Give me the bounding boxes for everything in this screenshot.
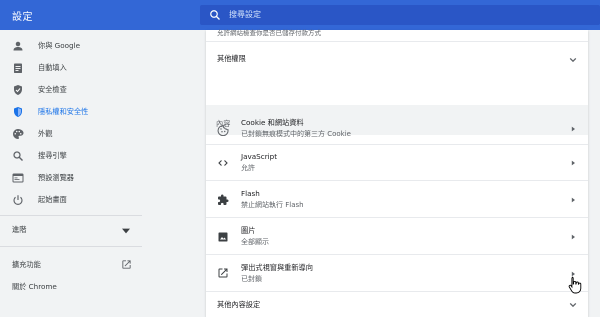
sidebar-item-appearance[interactable]: 外觀 — [0, 124, 142, 146]
sidebar-item-on-startup[interactable]: 起始畫面 — [0, 190, 142, 212]
sidebar-item-about-chrome[interactable]: 關於 Chrome — [0, 276, 142, 298]
sidebar-item-privacy-security[interactable]: 隱私權和安全性 — [0, 102, 142, 124]
javascript-title: JavaScript — [241, 152, 278, 161]
code-icon — [218, 160, 228, 166]
power-icon — [13, 195, 23, 205]
shield-check-icon — [14, 85, 22, 95]
sidebar: 你與 Google 自動填入 安全檢查 隱私權和安全性 外觀 搜尋引擎 預設瀏覽… — [0, 30, 142, 317]
sidebar-item-you-and-google[interactable]: 你與 Google — [0, 36, 142, 58]
sidebar-item-label: 自動填入 — [38, 63, 67, 72]
chevron-down-icon — [569, 302, 577, 308]
row-divider — [206, 41, 588, 42]
chevron-down-icon — [569, 57, 577, 63]
hand-cursor-icon — [568, 276, 582, 294]
chevron-right-icon — [571, 160, 575, 166]
more-permissions-label: 其他權限 — [217, 54, 246, 63]
puzzle-icon — [218, 194, 229, 205]
sidebar-divider — [0, 215, 142, 216]
sidebar-item-search-engine[interactable]: 搜尋引擎 — [0, 146, 142, 168]
javascript-row[interactable]: JavaScript 允許 — [206, 145, 588, 182]
images-row[interactable]: 圖片 全部顯示 — [206, 218, 588, 255]
images-subtitle: 全部顯示 — [241, 238, 269, 246]
cut-off-text: 允許網站檢查你是否已儲存付款方式 — [217, 29, 321, 37]
cookies-subtitle: 已封鎖無痕模式中的第三方 Cookie — [241, 130, 351, 138]
clipboard-icon — [14, 63, 22, 73]
extensions-label: 擴充功能 — [12, 260, 41, 269]
chevron-right-icon — [571, 126, 575, 132]
sidebar-item-autofill[interactable]: 自動填入 — [0, 58, 142, 80]
chevron-right-icon — [571, 197, 575, 203]
search-placeholder: 搜尋設定 — [229, 10, 261, 19]
search-input[interactable]: 搜尋設定 — [200, 5, 600, 25]
palette-icon — [13, 129, 24, 139]
app-title: 設定 — [12, 12, 33, 23]
popups-title: 彈出式視窗與重新導向 — [241, 263, 313, 272]
popups-subtitle: 已封鎖 — [241, 275, 262, 283]
cookies-row[interactable]: Cookie 和網站資料 已封鎖無痕模式中的第三方 Cookie — [206, 110, 588, 147]
sidebar-item-label: 預設瀏覽器 — [38, 173, 74, 182]
app-header: 設定 搜尋設定 — [0, 0, 600, 30]
shield-icon — [14, 107, 22, 117]
browser-icon — [12, 173, 24, 183]
flash-title: Flash — [241, 189, 260, 198]
sidebar-item-label: 隱私權和安全性 — [38, 107, 89, 116]
sidebar-item-safety-check[interactable]: 安全檢查 — [0, 80, 142, 102]
sidebar-divider — [0, 246, 142, 247]
chevron-right-icon — [571, 234, 575, 240]
more-content-settings-row[interactable]: 其他內容設定 — [206, 292, 588, 317]
open-in-new-icon — [218, 268, 228, 278]
image-icon — [218, 232, 228, 242]
about-chrome-label: 關於 Chrome — [12, 282, 57, 291]
caret-down-icon — [122, 228, 130, 234]
advanced-label: 進階 — [12, 225, 27, 234]
sidebar-item-label: 搜尋引擎 — [38, 151, 67, 160]
sidebar-item-label: 安全檢查 — [38, 85, 67, 94]
sidebar-item-default-browser[interactable]: 預設瀏覽器 — [0, 168, 142, 190]
javascript-subtitle: 允許 — [241, 164, 255, 172]
cookies-title: Cookie 和網站資料 — [241, 118, 304, 127]
flash-row[interactable]: Flash 禁止網站執行 Flash — [206, 181, 588, 218]
cookie-icon — [217, 125, 229, 136]
more-content-settings-label: 其他內容設定 — [217, 300, 261, 309]
search-icon — [210, 10, 220, 20]
open-in-new-icon — [122, 260, 131, 269]
settings-card: 允許網站檢查你是否已儲存付款方式 其他權限 內容 Cookie 和網站資料 已封… — [206, 29, 588, 317]
person-icon — [13, 41, 23, 51]
more-permissions-row[interactable]: 其他權限 — [206, 41, 588, 77]
sidebar-item-label: 起始畫面 — [38, 195, 67, 204]
popups-redirects-row[interactable]: 彈出式視窗與重新導向 已封鎖 — [206, 255, 588, 292]
sidebar-item-label: 外觀 — [38, 129, 53, 138]
sidebar-item-label: 你與 Google — [38, 41, 81, 50]
search-icon — [13, 151, 23, 161]
sidebar-advanced-toggle[interactable]: 進階 — [0, 220, 142, 242]
sidebar-item-extensions[interactable]: 擴充功能 — [0, 254, 142, 276]
images-title: 圖片 — [241, 226, 256, 235]
flash-subtitle: 禁止網站執行 Flash — [241, 201, 304, 209]
